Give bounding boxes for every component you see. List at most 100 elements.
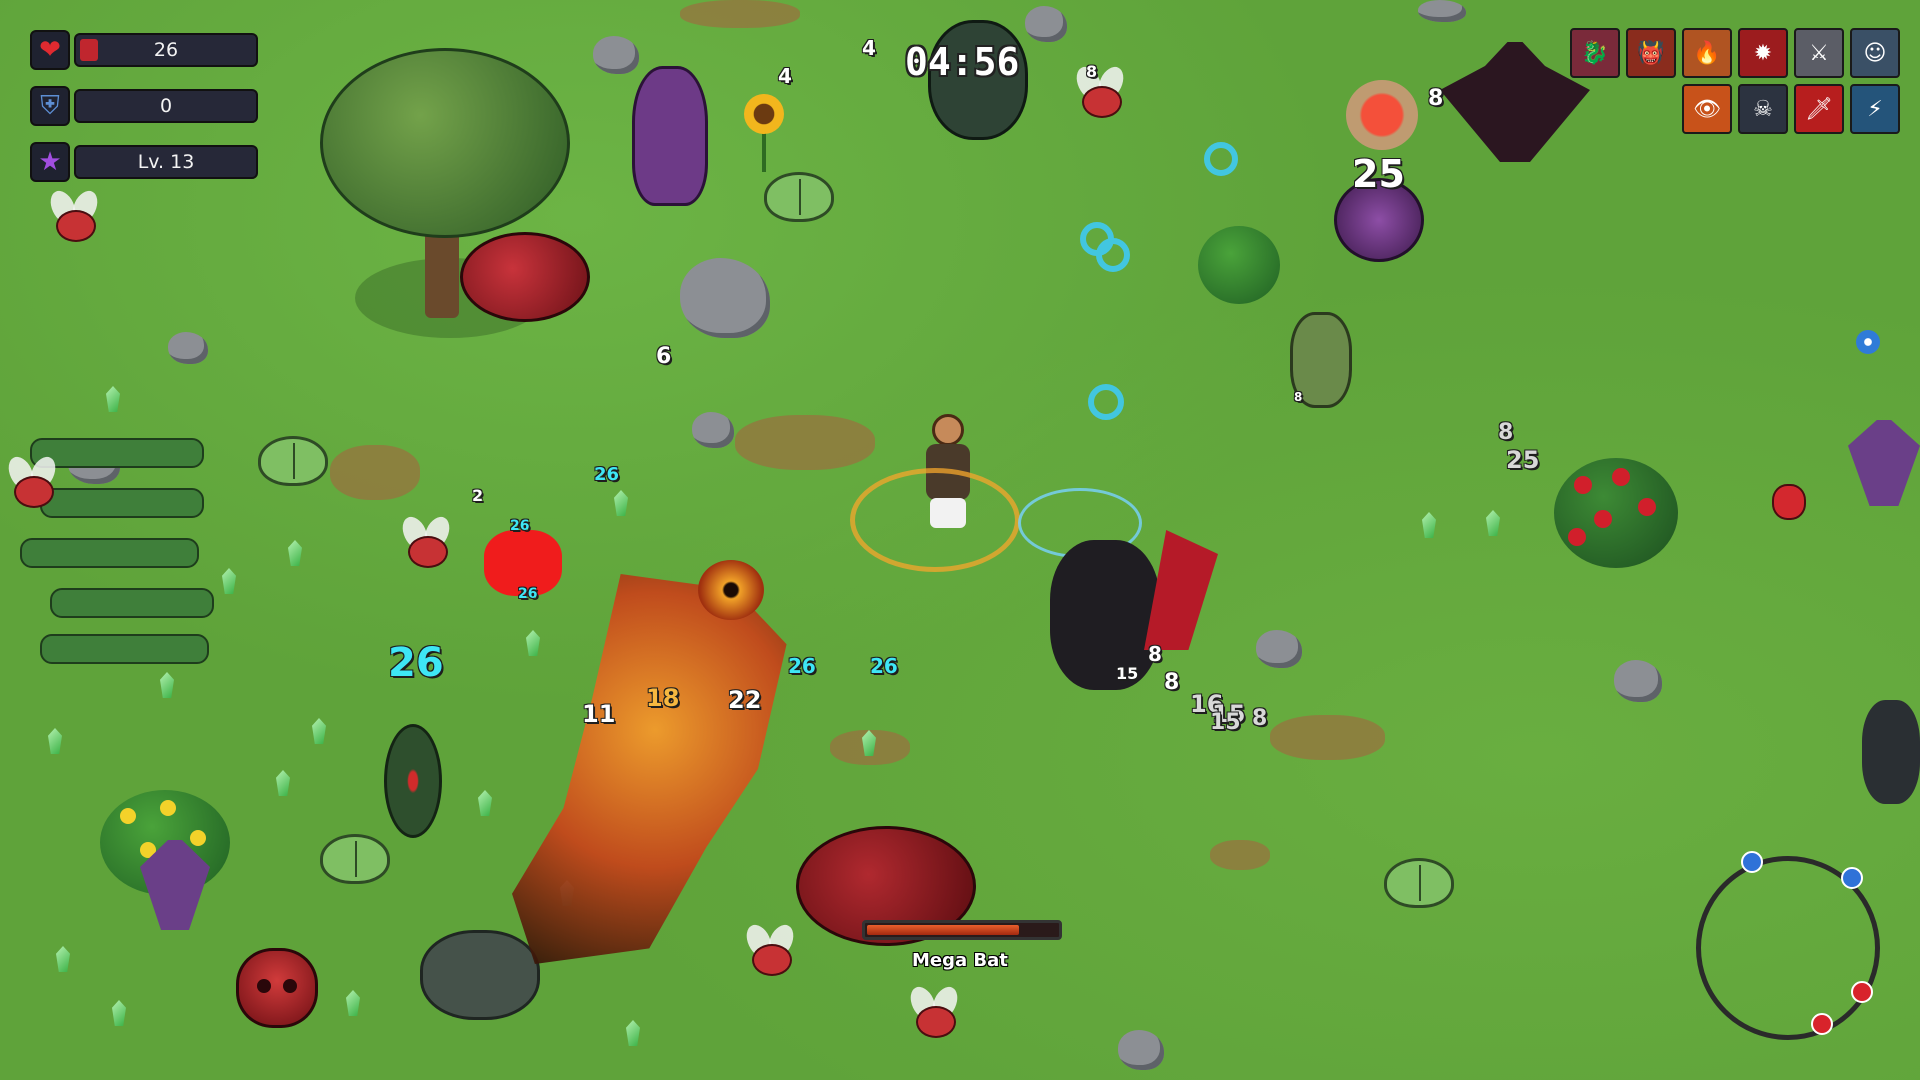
green-beetle-enemy bbox=[258, 436, 328, 486]
bush bbox=[1198, 226, 1280, 304]
skill-icons: 🐉 👹 🔥 ✹ ⚔ ☺ 👁 ☠ 🗡 ⚡ bbox=[1570, 28, 1900, 134]
wasp-enemy bbox=[396, 512, 456, 570]
xp-gem bbox=[160, 672, 174, 698]
red-burst-skill-icon: ✹ bbox=[1738, 28, 1788, 78]
joystick-marker-icon bbox=[1741, 851, 1763, 873]
armor-bar: 0 bbox=[74, 89, 258, 123]
damage-number: 8 bbox=[1164, 670, 1180, 695]
shield-icon: ⛨ bbox=[30, 86, 70, 126]
xp-gem bbox=[288, 540, 302, 566]
rock bbox=[593, 36, 639, 74]
xp-gem bbox=[1486, 510, 1500, 536]
giant-bat-enemy bbox=[1440, 42, 1590, 162]
damage-number: 8 bbox=[1294, 390, 1303, 404]
spiked-eye-enemy bbox=[384, 724, 442, 838]
dirt-patch bbox=[330, 445, 420, 500]
magic-ring-orb bbox=[1096, 238, 1130, 272]
purple-bat-enemy bbox=[1848, 420, 1920, 506]
damage-number: 26 bbox=[870, 654, 898, 678]
sunflower bbox=[744, 94, 784, 174]
damage-number: 26 bbox=[788, 654, 816, 678]
boss-health-bar bbox=[862, 920, 1062, 940]
damage-number: 15 bbox=[1210, 710, 1241, 735]
pink-wasp-enemy bbox=[1346, 80, 1418, 150]
boss-health-bar-fill bbox=[867, 925, 1019, 935]
damage-number: 8 bbox=[1086, 62, 1098, 81]
damage-number: 18 bbox=[646, 684, 680, 712]
health-bar: 26 bbox=[74, 33, 258, 67]
wasp-enemy bbox=[2, 452, 62, 510]
wasp-enemy bbox=[740, 920, 800, 978]
game-world: ❤ 26 ⛨ 0 ★ Lv. 13 04:56 🐉 👹 🔥 ✹ ⚔ ☺ 👁 ☠ 🗡 ⚡ Mega … bbox=[0, 0, 1920, 1080]
damage-number: 2 bbox=[472, 486, 484, 505]
eye-skill-icon: 👁 bbox=[1682, 84, 1732, 134]
wasp-enemy bbox=[904, 982, 964, 1040]
xp-gem bbox=[626, 1020, 640, 1046]
blood-blade-skill-icon: 🗡 bbox=[1794, 84, 1844, 134]
green-beetle-enemy bbox=[764, 172, 834, 222]
armor-row: ⛨ 0 bbox=[30, 86, 258, 126]
stone-beast-enemy bbox=[420, 930, 540, 1020]
skull-pickup-icon bbox=[1772, 484, 1806, 520]
xp-gem bbox=[478, 790, 492, 816]
heart-icon: ❤ bbox=[30, 30, 70, 70]
fire-dragon-skill-icon: 🐉 bbox=[1570, 28, 1620, 78]
health-row: ❤ 26 bbox=[30, 30, 258, 70]
magic-ring-orb bbox=[1088, 384, 1124, 420]
game-timer: 04:56 bbox=[905, 40, 1020, 84]
dirt-patch bbox=[735, 415, 875, 470]
damage-number: 8 bbox=[1498, 420, 1514, 445]
green-beetle-enemy bbox=[1384, 858, 1454, 908]
green-beetle-enemy bbox=[320, 834, 390, 884]
shadow-skill-icon: ☠ bbox=[1738, 84, 1788, 134]
fire-ring-effect bbox=[850, 468, 1020, 572]
lava-pool bbox=[512, 574, 787, 964]
rock bbox=[1118, 1030, 1164, 1070]
eye-of-fire-icon bbox=[698, 560, 764, 620]
lightning-skill-icon: ⚡ bbox=[1850, 84, 1900, 134]
damage-number: 26 bbox=[388, 640, 444, 686]
damage-number: 26 bbox=[594, 464, 620, 485]
damage-number: 4 bbox=[862, 36, 876, 60]
xp-gem bbox=[346, 990, 360, 1016]
rock bbox=[1614, 660, 1662, 702]
ring-of-fire-skill-icon: 🔥 bbox=[1682, 28, 1732, 78]
level-row: ★ Lv. 13 bbox=[30, 142, 258, 182]
rock bbox=[1025, 6, 1067, 42]
damage-number: 11 bbox=[582, 700, 616, 728]
magic-ring-orb bbox=[1204, 142, 1238, 176]
xp-gem bbox=[106, 386, 120, 412]
damage-number: 22 bbox=[728, 686, 762, 714]
xp-gem bbox=[112, 1000, 126, 1026]
xp-gem bbox=[614, 490, 628, 516]
rock bbox=[1256, 630, 1302, 668]
wasp-enemy bbox=[44, 186, 104, 244]
rock bbox=[168, 332, 208, 364]
level-value: Lv. 13 bbox=[137, 151, 195, 173]
damage-number: 25 bbox=[1352, 152, 1405, 196]
level-bar: Lv. 13 bbox=[74, 145, 258, 179]
blue-flower bbox=[1856, 330, 1880, 354]
dirt-patch bbox=[680, 0, 800, 28]
armor-value: 0 bbox=[159, 95, 173, 117]
purple-ogre-enemy bbox=[632, 66, 708, 206]
demon-skill-icon: 👹 bbox=[1626, 28, 1676, 78]
rock bbox=[1418, 0, 1466, 22]
damage-number: 26 bbox=[518, 586, 538, 602]
dirt-patch bbox=[1270, 715, 1385, 760]
damage-number: 8 bbox=[1428, 86, 1444, 111]
damage-number: 4 bbox=[778, 64, 792, 88]
xp-gem bbox=[222, 568, 236, 594]
wasp-enemy bbox=[1070, 62, 1130, 120]
damage-number: 26 bbox=[510, 518, 530, 534]
boss-name-label: Mega Bat bbox=[912, 950, 1008, 971]
rock bbox=[680, 258, 770, 338]
sword-skill-icon: ⚔ bbox=[1794, 28, 1844, 78]
xp-gem bbox=[56, 946, 70, 972]
wolf-beast-enemy bbox=[1862, 700, 1920, 804]
red-skull-enemy bbox=[236, 948, 318, 1028]
rock bbox=[692, 412, 734, 448]
star-icon: ★ bbox=[30, 142, 70, 182]
rose-bush bbox=[1554, 458, 1678, 568]
virtual-joystick[interactable] bbox=[1696, 851, 1880, 1040]
